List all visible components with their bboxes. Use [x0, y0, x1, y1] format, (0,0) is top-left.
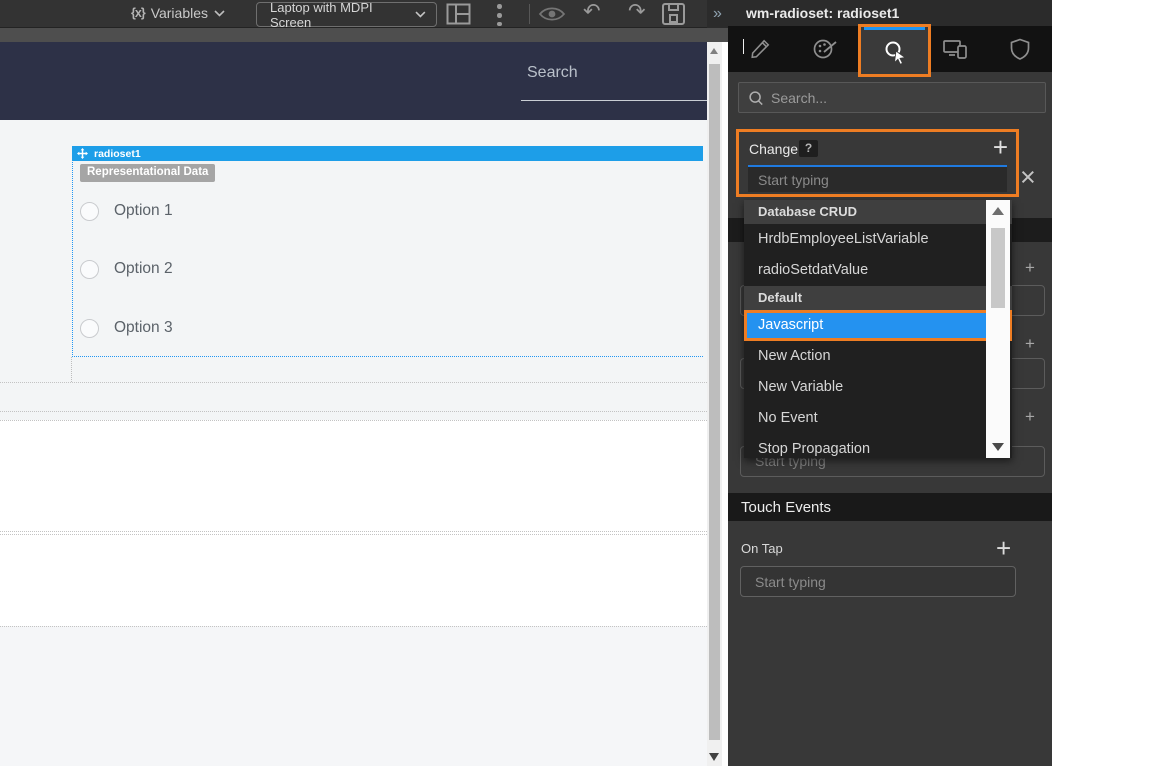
change-help-badge[interactable]: ?	[799, 140, 818, 157]
pencil-icon	[749, 38, 771, 60]
dropdown-scrollbar[interactable]	[986, 200, 1010, 458]
scroll-down-arrow-icon[interactable]	[709, 753, 719, 761]
dropdown-item[interactable]: radioSetdatValue	[744, 255, 1012, 286]
undo-icon[interactable]: ↶	[583, 1, 601, 22]
close-icon[interactable]: ×	[1020, 162, 1036, 193]
radio-option-1[interactable]	[80, 202, 99, 221]
palette-icon	[812, 38, 838, 60]
canvas-section-white	[0, 420, 707, 626]
layout-separator	[0, 626, 707, 627]
design-canvas: radioset1 Representational Data Option 1…	[0, 120, 707, 766]
move-handle-icon[interactable]	[77, 148, 88, 159]
chevron-down-icon	[214, 10, 225, 17]
canvas-top-strip	[0, 28, 728, 42]
event-action-dropdown: Database CRUD HrdbEmployeeListVariable r…	[744, 200, 1012, 458]
toolbar-divider	[529, 4, 530, 24]
hidden-add-event-plus-icon[interactable]: +	[1025, 334, 1043, 354]
variables-icon: {x}	[131, 6, 145, 20]
panel-search-box[interactable]	[738, 82, 1046, 113]
panel-header: wm-radioset: radioset1	[728, 0, 1052, 26]
on-tap-label: On Tap	[741, 541, 783, 556]
variables-label: Variables	[151, 5, 208, 21]
scroll-up-arrow-icon[interactable]	[992, 207, 1004, 215]
dropdown-item[interactable]: HrdbEmployeeListVariable	[744, 224, 1012, 255]
variables-dropdown-button[interactable]: {x} Variables	[131, 5, 225, 21]
hidden-add-event-plus-icon[interactable]: +	[1025, 258, 1043, 278]
dropdown-item[interactable]: New Action	[744, 341, 1012, 372]
device-selector[interactable]: Laptop with MDPI Screen	[256, 2, 437, 27]
touch-events-section-header: Touch Events	[728, 493, 1052, 521]
shield-icon	[1010, 38, 1030, 60]
layout-separator	[71, 357, 72, 382]
layout-separator	[0, 420, 707, 421]
dropdown-item[interactable]: Stop Propagation	[744, 434, 1012, 458]
layout-separator	[0, 531, 707, 532]
dropdown-group-header: Database CRUD	[744, 200, 1012, 224]
devices-icon	[942, 38, 968, 60]
radio-option-2-label: Option 2	[114, 260, 173, 278]
add-on-tap-event-plus-icon[interactable]: +	[996, 533, 1011, 564]
tab-styles[interactable]	[793, 26, 858, 72]
device-selector-value: Laptop with MDPI Screen	[270, 0, 415, 30]
tab-events-active[interactable]	[871, 33, 918, 71]
layout-separator	[0, 534, 707, 535]
layout-separator	[0, 382, 707, 383]
widget-selection-bar[interactable]: radioset1	[72, 146, 703, 161]
tab-properties[interactable]	[728, 26, 793, 72]
scrollbar-thumb[interactable]	[991, 228, 1005, 308]
redo-icon[interactable]: ↷	[628, 1, 646, 22]
save-icon[interactable]	[661, 2, 686, 26]
panel-search-input[interactable]	[771, 90, 1011, 106]
change-event-label: Change	[749, 141, 798, 157]
scroll-down-arrow-icon[interactable]	[992, 443, 1004, 451]
radio-option-2[interactable]	[80, 260, 99, 279]
hidden-add-event-plus-icon[interactable]: +	[1025, 407, 1043, 427]
tab-security[interactable]	[987, 26, 1052, 72]
tab-devices[interactable]	[922, 26, 987, 72]
designed-page-header: Search	[0, 42, 707, 120]
properties-panel: wm-radioset: radioset1	[728, 0, 1052, 766]
panel-title: wm-radioset: radioset1	[746, 5, 899, 21]
radio-option-3[interactable]	[80, 319, 99, 338]
dropdown-item-selected[interactable]: Javascript	[744, 310, 1012, 341]
dropdown-group-header: Default	[744, 286, 1012, 310]
touch-events-title: Touch Events	[741, 499, 831, 516]
right-margin	[1052, 0, 1152, 766]
radio-option-1-label: Option 1	[114, 202, 173, 220]
canvas-section-gray	[0, 626, 707, 766]
change-event-input[interactable]	[748, 165, 1007, 192]
search-icon	[748, 90, 764, 106]
change-event-highlight-box: Change ? +	[736, 129, 1019, 197]
on-tap-input[interactable]	[740, 566, 1016, 597]
page-search-label[interactable]: Search	[527, 64, 578, 82]
studio-screen: {x} Variables Laptop with MDPI Screen ↶ …	[0, 0, 1152, 766]
representational-data-badge: Representational Data	[80, 164, 215, 182]
layout-columns-icon[interactable]	[446, 3, 471, 25]
page-search-underline	[521, 100, 707, 101]
canvas-vertical-scrollbar[interactable]	[707, 42, 722, 766]
text-caret	[743, 39, 744, 54]
scroll-up-arrow-icon[interactable]	[710, 48, 718, 54]
chevron-down-icon	[415, 11, 426, 18]
scrollbar-thumb[interactable]	[709, 64, 720, 740]
collapse-panel-chevron[interactable]: »	[707, 0, 728, 28]
layout-separator	[0, 411, 707, 412]
widget-name-label: radioset1	[94, 148, 141, 160]
dropdown-item[interactable]: New Variable	[744, 372, 1012, 403]
radio-option-3-label: Option 3	[114, 319, 173, 337]
top-toolbar: {x} Variables Laptop with MDPI Screen ↶ …	[0, 0, 728, 28]
events-magnifier-cursor-icon	[881, 38, 909, 66]
add-change-event-plus-icon[interactable]: +	[993, 132, 1008, 163]
preview-eye-icon[interactable]	[538, 5, 566, 23]
more-options-kebab-icon[interactable]	[497, 2, 502, 29]
dropdown-item[interactable]: No Event	[744, 403, 1012, 434]
active-tab-indicator	[864, 27, 925, 30]
